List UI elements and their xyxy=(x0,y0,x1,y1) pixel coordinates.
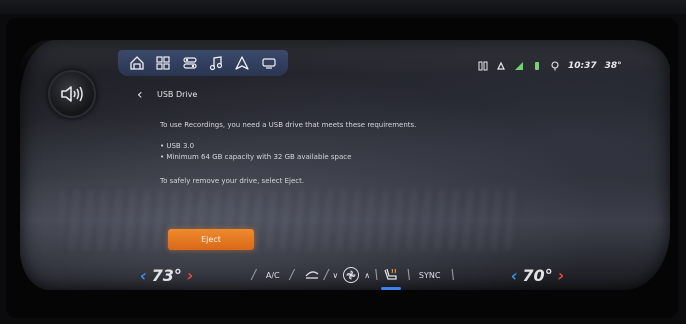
intro-text: To use Recordings, you need a USB drive … xyxy=(160,121,417,129)
vehicle-settings-icon[interactable] xyxy=(182,55,198,71)
recirculation-button[interactable] xyxy=(304,266,320,285)
phone-projection-icon[interactable] xyxy=(261,55,277,71)
sync-button[interactable]: SYNC xyxy=(419,271,441,280)
chevron-left-icon: ‹ xyxy=(137,87,143,103)
passenger-temp-control: ‹ 70° › xyxy=(511,266,564,285)
passenger-temp: 70° xyxy=(522,265,553,285)
ac-button[interactable]: A/C xyxy=(266,271,280,280)
speaker-icon xyxy=(61,86,83,102)
driver-temp: 73° xyxy=(151,265,182,285)
battery-icon xyxy=(535,62,539,70)
temp-down-icon[interactable]: ‹ xyxy=(511,266,518,285)
apps-grid-icon[interactable] xyxy=(155,55,171,71)
temp-up-icon[interactable]: › xyxy=(187,266,194,285)
fan-up-icon[interactable]: ∧ xyxy=(364,271,370,280)
seat-heat-button[interactable] xyxy=(380,266,401,290)
temp-down-icon[interactable]: ‹ xyxy=(140,266,147,285)
fan-button[interactable] xyxy=(343,267,360,283)
divider: / xyxy=(251,267,256,283)
status-bar: 10:37 38° xyxy=(478,58,622,74)
back-button[interactable]: ‹ xyxy=(137,88,143,102)
divider: / xyxy=(324,267,329,283)
divider: \ xyxy=(450,267,455,283)
divider: \ xyxy=(374,267,379,283)
background-texture xyxy=(60,190,520,250)
divider: / xyxy=(289,267,294,283)
music-icon[interactable] xyxy=(208,55,224,71)
home-icon[interactable] xyxy=(129,55,145,71)
top-bezel xyxy=(0,0,686,14)
fan-icon xyxy=(346,270,356,280)
clock: 10:37 xyxy=(568,61,597,71)
seat-heat-icon xyxy=(383,268,397,280)
wireless-charging-icon xyxy=(478,61,488,71)
remove-note: To safely remove your drive, select Ejec… xyxy=(160,177,305,185)
eject-button[interactable]: Eject xyxy=(168,229,254,250)
climate-bar: ‹ 73° › / A/C / / ∨ ∧ \ \ SYNC \ ‹ 70° › xyxy=(140,262,650,290)
navigation-icon[interactable] xyxy=(234,55,250,71)
signal-icon xyxy=(515,62,523,70)
divider: \ xyxy=(406,267,411,283)
temp-up-icon[interactable]: › xyxy=(558,266,565,285)
volume-knob[interactable] xyxy=(48,70,96,118)
requirement-item: • USB 3.0 xyxy=(160,142,195,150)
page-title: USB Drive xyxy=(157,90,198,99)
location-icon xyxy=(551,61,559,71)
app-bar xyxy=(118,50,288,76)
driver-temp-control: ‹ 73° › xyxy=(140,266,193,285)
fan-down-icon[interactable]: ∨ xyxy=(332,271,338,280)
infotainment-screen xyxy=(20,40,670,290)
bell-icon xyxy=(497,61,505,70)
outside-temperature: 38° xyxy=(604,61,622,71)
requirement-item: • Minimum 64 GB capacity with 32 GB avai… xyxy=(160,153,352,161)
recirculation-icon xyxy=(305,270,319,279)
